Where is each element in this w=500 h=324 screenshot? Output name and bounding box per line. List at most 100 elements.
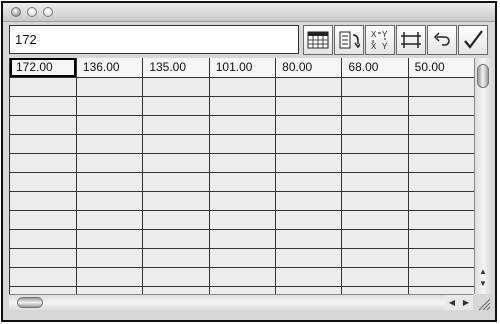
table-cell[interactable] (76, 115, 144, 135)
table-cell[interactable] (76, 153, 144, 173)
resize-columns-button[interactable] (396, 25, 426, 55)
table-cell[interactable] (142, 172, 210, 192)
table-cell[interactable] (209, 96, 277, 116)
table-cell[interactable] (142, 229, 210, 249)
table-cell[interactable] (76, 172, 144, 192)
table-cell[interactable] (408, 77, 475, 97)
table-cell[interactable] (10, 248, 77, 268)
table-cell[interactable] (275, 153, 343, 173)
table-cell[interactable] (275, 77, 343, 97)
table-cell[interactable] (209, 134, 277, 154)
table-cell[interactable] (275, 115, 343, 135)
table-cell[interactable]: 101.00 (209, 58, 277, 78)
table-cell[interactable]: 172.00 (10, 58, 77, 78)
table-cell[interactable]: 68.00 (341, 58, 409, 78)
table-cell[interactable] (408, 248, 475, 268)
table-cell[interactable] (341, 210, 409, 230)
table-cell[interactable] (341, 267, 409, 287)
table-cell[interactable] (142, 267, 210, 287)
table-cell[interactable] (142, 191, 210, 211)
horizontal-scrollbar[interactable] (9, 294, 445, 310)
table-cell[interactable]: 50.00 (408, 58, 475, 78)
table-cell[interactable]: 136.00 (76, 58, 144, 78)
table-cell[interactable] (142, 153, 210, 173)
table-cell[interactable] (76, 286, 144, 294)
table-cell[interactable] (209, 248, 277, 268)
table-cell[interactable] (408, 210, 475, 230)
table-cell[interactable]: 135.00 (142, 58, 210, 78)
table-cell[interactable] (10, 286, 77, 294)
table-cell[interactable] (10, 210, 77, 230)
table-cell[interactable] (142, 96, 210, 116)
table-cell[interactable] (10, 115, 77, 135)
table-cell[interactable] (341, 134, 409, 154)
resize-grip-icon[interactable] (475, 295, 491, 311)
table-cell[interactable] (10, 134, 77, 154)
table-cell[interactable] (10, 172, 77, 192)
table-cell[interactable] (275, 210, 343, 230)
table-cell[interactable] (142, 248, 210, 268)
table-cell[interactable] (142, 77, 210, 97)
table-cell[interactable] (275, 229, 343, 249)
accept-button[interactable] (458, 25, 488, 55)
table-cell[interactable] (408, 286, 475, 294)
minimize-window-button[interactable] (27, 7, 37, 17)
table-cell[interactable] (408, 96, 475, 116)
table-cell[interactable] (408, 134, 475, 154)
table-cell[interactable] (142, 210, 210, 230)
table-cell[interactable] (408, 267, 475, 287)
table-cell[interactable] (408, 191, 475, 211)
table-cell[interactable] (341, 248, 409, 268)
table-cell[interactable] (76, 248, 144, 268)
table-cell[interactable]: 80.00 (275, 58, 343, 78)
table-cell[interactable] (76, 267, 144, 287)
table-cell[interactable] (76, 77, 144, 97)
table-cell[interactable] (408, 172, 475, 192)
table-cell[interactable] (341, 172, 409, 192)
table-cell[interactable] (341, 286, 409, 294)
table-view-button[interactable] (303, 25, 333, 55)
table-cell[interactable] (76, 191, 144, 211)
table-cell[interactable] (142, 286, 210, 294)
table-cell[interactable] (275, 286, 343, 294)
table-cell[interactable] (76, 210, 144, 230)
zoom-window-button[interactable] (43, 7, 53, 17)
table-cell[interactable] (341, 153, 409, 173)
table-cell[interactable] (142, 134, 210, 154)
scroll-left-arrow-icon[interactable]: ◀ (445, 294, 459, 310)
table-cell[interactable] (275, 191, 343, 211)
table-cell[interactable] (408, 115, 475, 135)
table-cell[interactable] (10, 229, 77, 249)
table-cell[interactable] (275, 172, 343, 192)
table-cell[interactable] (76, 229, 144, 249)
table-cell[interactable] (341, 191, 409, 211)
table-cell[interactable] (275, 267, 343, 287)
table-cell[interactable] (209, 153, 277, 173)
table-cell[interactable] (209, 191, 277, 211)
table-cell[interactable] (209, 267, 277, 287)
table-cell[interactable] (209, 229, 277, 249)
table-cell[interactable] (10, 96, 77, 116)
vertical-scrollbar[interactable]: ▲ ▼ (474, 58, 491, 294)
table-cell[interactable] (408, 229, 475, 249)
transpose-button[interactable]: XYYX (365, 25, 395, 55)
table-cell[interactable] (76, 96, 144, 116)
table-cell[interactable] (10, 77, 77, 97)
scroll-down-arrow-icon[interactable]: ▼ (475, 278, 491, 290)
table-cell[interactable] (76, 134, 144, 154)
table-cell[interactable] (209, 115, 277, 135)
horizontal-scroll-thumb[interactable] (17, 297, 43, 308)
close-window-button[interactable] (11, 7, 21, 17)
table-cell[interactable] (341, 96, 409, 116)
table-cell[interactable] (10, 267, 77, 287)
vertical-scroll-thumb[interactable] (477, 64, 489, 88)
table-cell[interactable] (408, 153, 475, 173)
table-cell[interactable] (275, 248, 343, 268)
table-cell[interactable] (341, 229, 409, 249)
scroll-up-arrow-icon[interactable]: ▲ (475, 266, 491, 278)
table-cell[interactable] (275, 96, 343, 116)
table-cell[interactable] (142, 115, 210, 135)
table-cell[interactable] (275, 134, 343, 154)
table-cell[interactable] (209, 210, 277, 230)
cell-entry-field[interactable] (9, 25, 299, 54)
